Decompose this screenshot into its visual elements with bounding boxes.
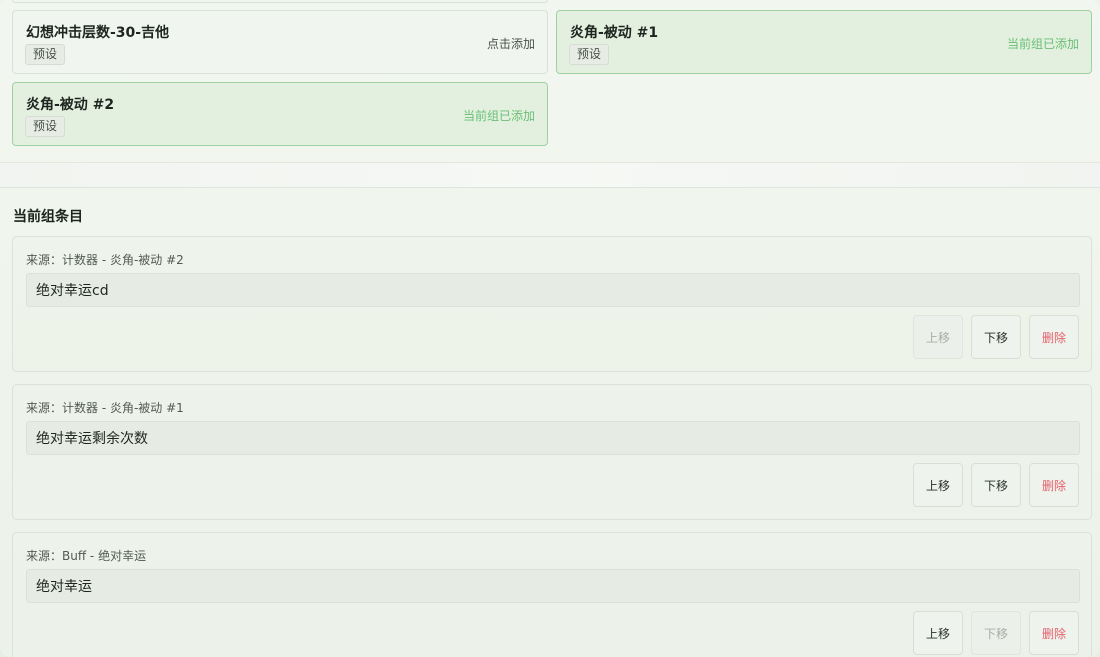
preset-name: 炎角-被动 #2: [26, 97, 115, 113]
app-window: 幻想冲击层数-30-吉他 预设 点击添加 炎角-被动 #1 预设 当前组已添加 …: [0, 0, 1100, 657]
preset-added-status: 当前组已添加: [462, 109, 535, 123]
preset-added-status: 当前组已添加: [1006, 37, 1079, 51]
preset-list: 幻想冲击层数-30-吉他 预设 点击添加 炎角-被动 #1 预设 当前组已添加 …: [0, 0, 1100, 162]
preset-card-0[interactable]: 幻想冲击层数-30-吉他 预设 点击添加: [12, 10, 548, 74]
section-divider: [0, 162, 1100, 188]
move-up-button[interactable]: 上移: [913, 611, 963, 655]
move-up-button[interactable]: 上移: [913, 315, 963, 359]
preset-tag: 预设: [569, 44, 610, 65]
entry-card-1: 来源：计数器 - 炎角-被动 #1 上移 下移 删除: [12, 384, 1092, 520]
delete-button[interactable]: 删除: [1029, 463, 1079, 507]
entry-card-0: 来源：计数器 - 炎角-被动 #2 上移 下移 删除: [12, 236, 1092, 372]
entry-card-2: 来源：Buff - 绝对幸运 上移 下移 删除: [12, 532, 1092, 657]
delete-button[interactable]: 删除: [1029, 611, 1079, 655]
move-up-button[interactable]: 上移: [913, 463, 963, 507]
preset-card-2[interactable]: 炎角-被动 #2 预设 当前组已添加: [12, 82, 548, 146]
preset-tag: 预设: [25, 116, 66, 137]
entry-name-input[interactable]: [26, 569, 1080, 603]
preset-name: 炎角-被动 #1: [570, 25, 659, 41]
move-down-button[interactable]: 下移: [971, 315, 1021, 359]
preset-name: 幻想冲击层数-30-吉他: [26, 25, 170, 41]
current-group-title: 当前组条目: [13, 209, 83, 225]
move-down-button[interactable]: 下移: [971, 463, 1021, 507]
preset-tag: 预设: [25, 44, 66, 65]
entry-source: 来源：计数器 - 炎角-被动 #2: [26, 253, 184, 267]
preset-card-1[interactable]: 炎角-被动 #1 预设 当前组已添加: [556, 10, 1092, 74]
preset-card-partial[interactable]: [12, 0, 548, 3]
entry-source: 来源：Buff - 绝对幸运: [26, 549, 147, 563]
entry-source: 来源：计数器 - 炎角-被动 #1: [26, 401, 184, 415]
entry-name-input[interactable]: [26, 421, 1080, 455]
delete-button[interactable]: 删除: [1029, 315, 1079, 359]
add-preset-link[interactable]: 点击添加: [487, 35, 535, 52]
entry-name-input[interactable]: [26, 273, 1080, 307]
move-down-button[interactable]: 下移: [971, 611, 1021, 655]
